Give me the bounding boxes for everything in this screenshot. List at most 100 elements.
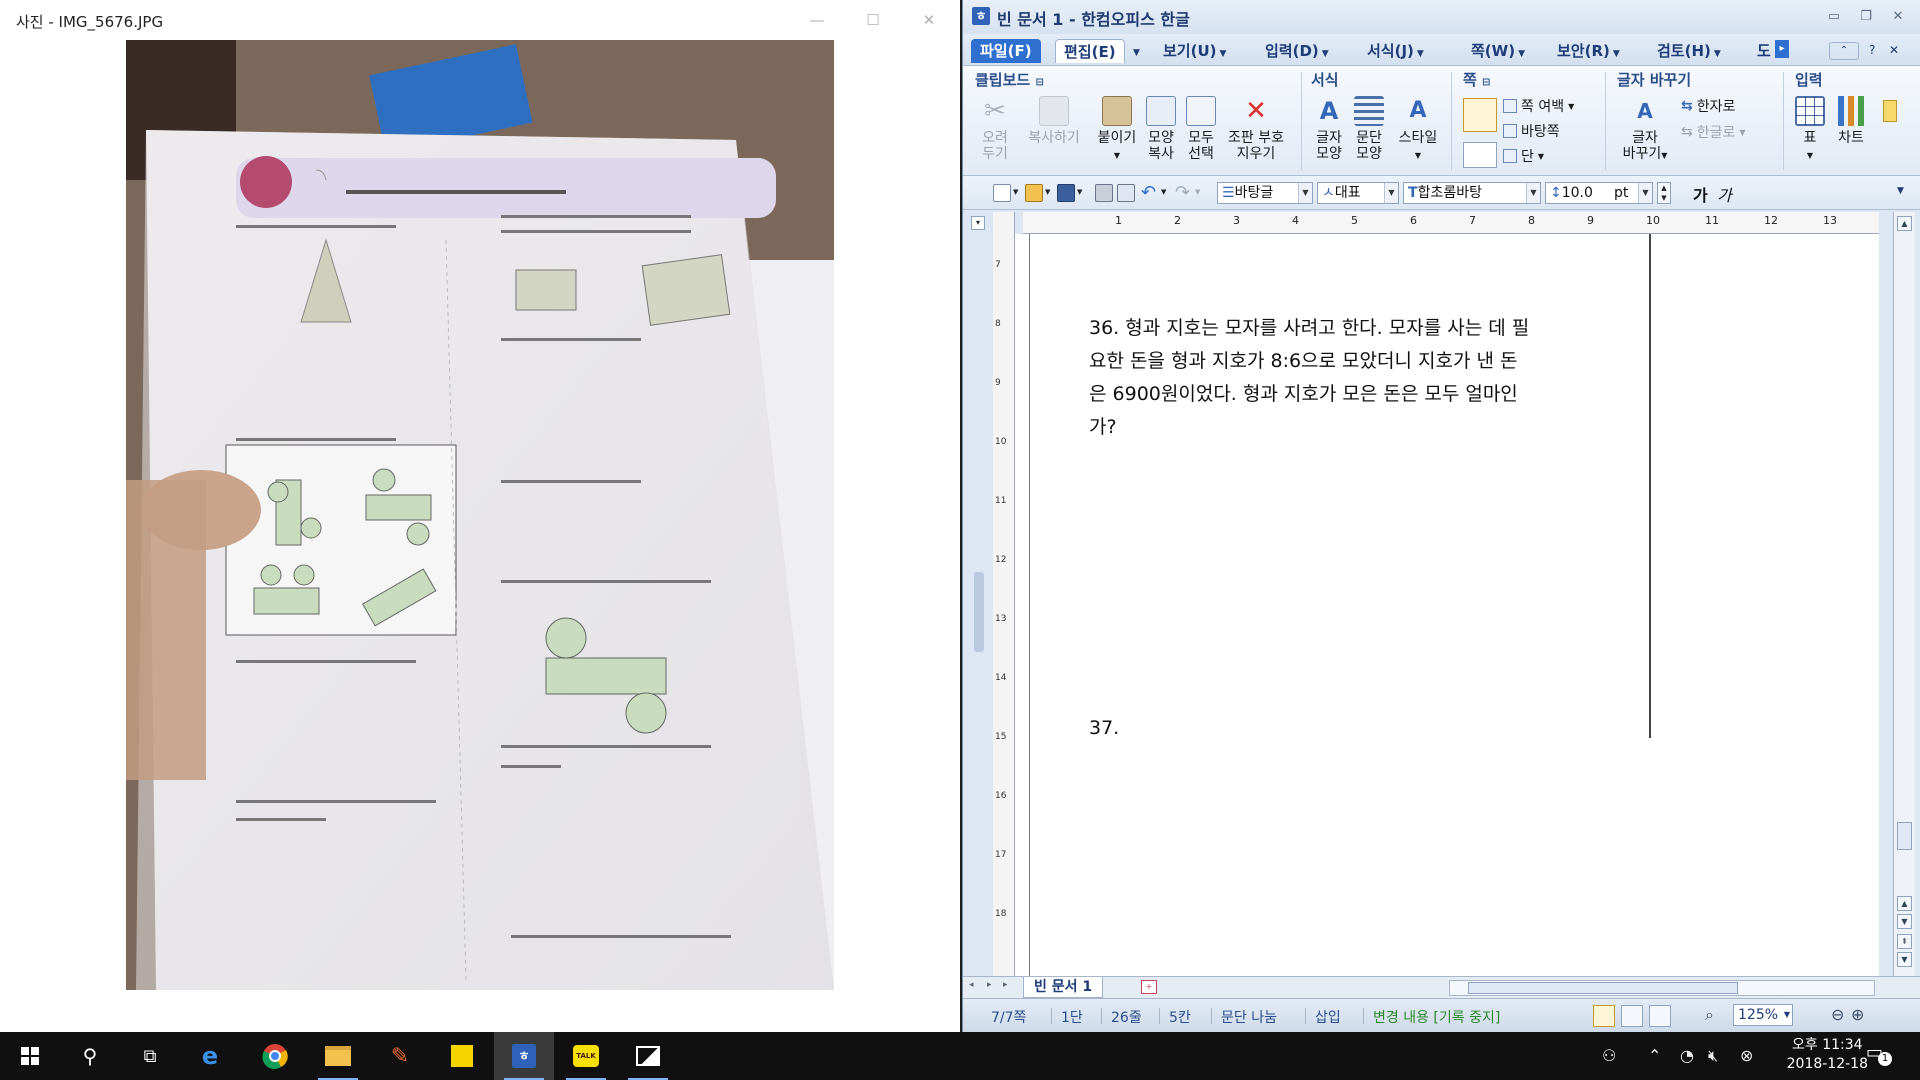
group-launcher-icon[interactable]: ⊟: [1482, 77, 1490, 88]
hwp-app[interactable]: ㅎ: [494, 1032, 554, 1080]
tab-document-1[interactable]: 빈 문서 1: [1023, 977, 1104, 998]
chevron-down-icon[interactable]: ▼: [1077, 188, 1082, 196]
photos-titlebar[interactable]: 사진 - IMG_5676.JPG — ☐ ✕: [0, 0, 960, 40]
chevron-down-icon[interactable]: ▼: [1045, 188, 1050, 196]
toolbar-more-icon[interactable]: ▼: [1897, 186, 1904, 196]
menu-more-icon[interactable]: ▸: [1775, 40, 1789, 58]
redo-icon[interactable]: ↷: [1175, 182, 1190, 203]
people-icon[interactable]: ⚇: [1602, 1046, 1616, 1065]
help-icon[interactable]: ?: [1869, 43, 1875, 57]
to-hangul-button[interactable]: ⇆ 한글로 ▼: [1681, 122, 1746, 142]
view-page-icon[interactable]: [1649, 1005, 1671, 1027]
file-explorer-app[interactable]: [308, 1032, 368, 1080]
paste-button[interactable]: 붙이기 ▼: [1091, 96, 1143, 164]
language-select[interactable]: ㅅ대표 ▼: [1317, 182, 1399, 204]
feather-app[interactable]: ✎: [370, 1032, 430, 1080]
minimize-button[interactable]: —: [794, 0, 840, 40]
menu-page[interactable]: 쪽(W) ▼: [1467, 39, 1529, 63]
doc-close-icon[interactable]: ✕: [1889, 43, 1899, 57]
volume-muted-icon[interactable]: 🔇︎: [1708, 1046, 1718, 1066]
clear-format-button[interactable]: ✕ 조판 부호 지우기: [1219, 96, 1293, 162]
kakaotalk-app[interactable]: TALK: [556, 1032, 616, 1080]
question-37-text[interactable]: 37.: [1089, 712, 1119, 745]
menu-tools[interactable]: 도: [1753, 39, 1775, 63]
close-button[interactable]: ✕: [906, 0, 952, 40]
status-insert-mode[interactable]: 삽입: [1305, 1007, 1341, 1027]
page-setup-icon[interactable]: [1463, 98, 1497, 132]
scroll-up-icon[interactable]: ⇞: [1897, 934, 1912, 949]
edge-app[interactable]: e: [180, 1032, 240, 1080]
open-folder-icon[interactable]: [1025, 184, 1043, 202]
scroll-thumb[interactable]: [1897, 822, 1912, 850]
tab-last-icon[interactable]: ▸: [1003, 980, 1008, 990]
wifi-icon[interactable]: ◔: [1680, 1046, 1694, 1065]
char-replace-button[interactable]: A 글자 바꾸기▼: [1617, 96, 1673, 164]
group-launcher-icon[interactable]: ⊟: [1035, 77, 1043, 88]
horizontal-scrollbar[interactable]: [1449, 980, 1875, 996]
search-button[interactable]: ⚲: [60, 1032, 120, 1080]
close-button[interactable]: ✕: [1885, 6, 1911, 28]
ruler-toggle-icon[interactable]: ▾: [971, 216, 985, 230]
notification-center-button[interactable]: ▭ 1: [1866, 1042, 1892, 1066]
style-button[interactable]: A 스타일 ▼: [1391, 96, 1445, 164]
font-size-stepper[interactable]: ▲ ▼: [1657, 182, 1671, 204]
view-normal-icon[interactable]: [1593, 1005, 1615, 1027]
columns-button[interactable]: 단 ▼: [1503, 146, 1544, 166]
italic-button[interactable]: 가: [1717, 182, 1732, 206]
chart-button[interactable]: 차트: [1831, 96, 1871, 146]
page-margin-button[interactable]: 쪽 여백 ▼: [1503, 96, 1574, 116]
menu-insert[interactable]: 입력(D) ▼: [1261, 39, 1333, 63]
start-button[interactable]: [0, 1032, 60, 1080]
chevron-down-icon[interactable]: ▼: [1013, 188, 1018, 196]
font-select[interactable]: T합초롬바탕 ▼: [1403, 182, 1541, 204]
save-icon[interactable]: [1057, 184, 1075, 202]
menu-view[interactable]: 보기(U) ▼: [1159, 39, 1230, 63]
question-36-text[interactable]: 36. 형과 지호는 모자를 사려고 한다. 모자를 사는 데 필 요한 돈을 형…: [1089, 312, 1629, 444]
para-shape-button[interactable]: 문단 모양: [1349, 96, 1389, 162]
scroll-up-icon[interactable]: ▲: [1897, 216, 1912, 231]
menu-format[interactable]: 서식(J) ▼: [1363, 39, 1428, 63]
zoom-in-icon[interactable]: ⊕: [1851, 1005, 1864, 1024]
chevron-down-icon[interactable]: ▼: [1161, 188, 1166, 196]
status-track-changes[interactable]: 변경 내용 [기록 중지]: [1362, 1007, 1500, 1027]
chevron-up-icon[interactable]: ⌃: [1648, 1046, 1661, 1065]
undo-icon[interactable]: ↶: [1141, 182, 1156, 203]
clock[interactable]: 오후 11:34 2018-12-18: [1787, 1036, 1868, 1074]
menu-security[interactable]: 보안(R) ▼: [1553, 39, 1624, 63]
page-down-icon[interactable]: ▼: [1897, 914, 1912, 929]
print-preview-icon[interactable]: [1117, 184, 1135, 202]
tab-next-icon[interactable]: ▸: [987, 980, 992, 990]
view-outline-icon[interactable]: [1621, 1005, 1643, 1027]
tab-prev-icon[interactable]: ◂: [969, 980, 974, 990]
copy-button[interactable]: 복사하기: [1015, 96, 1093, 146]
new-document-icon[interactable]: [993, 184, 1011, 202]
format-copy-button[interactable]: 모양 복사: [1139, 96, 1183, 162]
no-network-icon[interactable]: ⊗: [1740, 1046, 1753, 1065]
chevron-down-icon[interactable]: ▼: [1195, 188, 1200, 196]
menu-edit[interactable]: 편집(E): [1055, 39, 1125, 63]
photos-app[interactable]: [618, 1032, 678, 1080]
scroll-down-icon[interactable]: ▼: [1897, 952, 1912, 967]
char-shape-button[interactable]: A 글자 모양: [1309, 96, 1349, 162]
task-view-button[interactable]: ⧉: [120, 1032, 180, 1080]
zoom-out-icon[interactable]: ⊖: [1831, 1005, 1844, 1024]
font-size-input[interactable]: ↕10.0 pt ▼: [1545, 182, 1653, 204]
menu-edit-caret-icon[interactable]: ▼: [1133, 48, 1140, 58]
cut-button[interactable]: ✂ 오려 두기: [973, 96, 1017, 162]
restore-button[interactable]: ❐: [1853, 6, 1879, 28]
horizontal-ruler[interactable]: 1 2 3 4 5 6 7 8 9 10 11 12 13: [1023, 212, 1879, 234]
h-scroll-thumb[interactable]: [1468, 982, 1738, 994]
minimize-button[interactable]: ▭: [1821, 6, 1847, 28]
sticky-notes-app[interactable]: [432, 1032, 492, 1080]
to-hanja-button[interactable]: ⇆ 한자로: [1681, 96, 1735, 116]
zoom-select[interactable]: 125% ▼: [1733, 1004, 1793, 1026]
zoom-search-icon[interactable]: ⌕: [1705, 1005, 1714, 1025]
menu-file[interactable]: 파일(F): [971, 39, 1041, 63]
print-icon[interactable]: [1095, 184, 1113, 202]
vertical-scrollbar[interactable]: ▲ ▲ ▼ ⇞ ▼: [1893, 212, 1915, 982]
page-layout-icon[interactable]: [1463, 142, 1497, 168]
select-all-button[interactable]: 모두 선택: [1179, 96, 1223, 162]
new-tab-icon[interactable]: +: [1141, 980, 1157, 994]
table-button[interactable]: 표 ▼: [1791, 96, 1829, 164]
side-panel-handle[interactable]: [974, 572, 984, 652]
